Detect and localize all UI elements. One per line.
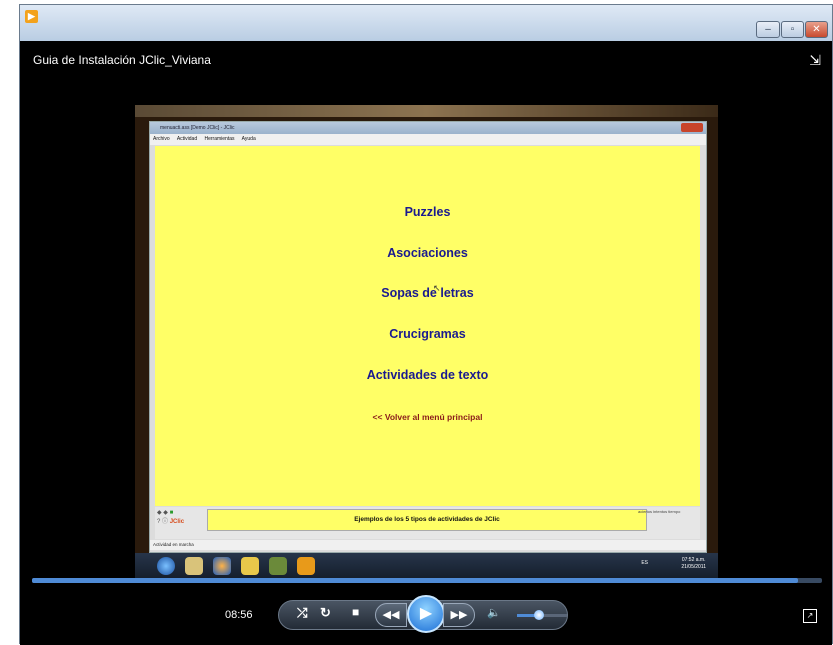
help-icon: ?	[157, 519, 161, 525]
video-title: Guia de Instalación JClic_Viviana	[33, 53, 211, 67]
jclic-close-icon	[681, 123, 703, 132]
switch-to-now-playing-icon[interactable]: ↗	[803, 609, 817, 623]
maximize-button[interactable]: ▫	[781, 21, 804, 38]
menu-archivo: Archivo	[153, 136, 170, 142]
volume-knob[interactable]	[534, 610, 544, 620]
previous-button[interactable]: ◀◀	[375, 603, 407, 627]
counter-intentos: intentos	[653, 509, 668, 514]
asociaciones-link: Asociaciones	[387, 246, 468, 260]
jclic-bottom-status: Actividad en marcha	[150, 540, 706, 550]
counter-aciertos: aciertos	[638, 509, 653, 514]
mouse-pointer-icon: ↖	[433, 283, 441, 293]
elapsed-time: 08:56	[225, 609, 253, 621]
player-controls: 08:56 ⤮ ↻ ■ ◀◀ ▶ ▶▶ 🔈 ↗	[20, 585, 832, 645]
menu-actividad: Actividad	[176, 136, 198, 142]
stop-icon[interactable]: ■	[352, 605, 359, 619]
next-button[interactable]: ▶▶	[443, 603, 475, 627]
taskbar-clock: 07:52 a.m. 21/05/2011	[681, 557, 706, 571]
jclic-logo-icon: JClic	[169, 519, 185, 525]
close-button[interactable]: ✕	[805, 21, 828, 38]
activity-panel: Puzzles Asociaciones Sopas de letras Cru…	[155, 146, 700, 506]
jclic-title: menuacti.ass [Demo JClic] - JClic	[150, 122, 706, 134]
start-orb-icon	[157, 557, 175, 575]
tray-language: ES	[641, 560, 648, 566]
desktop-background	[135, 105, 718, 117]
media-player-window: ▶ – ▫ ✕ Guia de Instalación JClic_Vivian…	[19, 4, 833, 645]
media-player-app-icon: ▶	[25, 10, 38, 23]
menu-herramientas: Herramientas	[204, 136, 235, 142]
shuffle-icon[interactable]: ⤮	[297, 605, 307, 621]
actividades-de-texto-link: Actividades de texto	[366, 368, 489, 382]
seek-bar-progress	[32, 578, 799, 583]
app-icon-tree	[269, 557, 287, 575]
green-square-icon: ■	[169, 510, 174, 516]
volume-icon[interactable]: 🔈	[487, 606, 501, 619]
menu-ayuda: Ayuda	[241, 136, 256, 142]
crucigramas-link: Crucigramas	[389, 327, 466, 341]
repeat-icon[interactable]: ↻	[320, 605, 331, 621]
clock-time: 07:52 a.m.	[681, 557, 706, 563]
minimize-button[interactable]: –	[756, 21, 780, 38]
next-icon: ◆	[163, 510, 168, 516]
jclic-menubar: Archivo Actividad Herramientas Ayuda	[150, 134, 706, 145]
prev-icon: ◆	[157, 510, 162, 516]
info-icon: ⓘ	[162, 519, 169, 525]
jclic-window: menuacti.ass [Demo JClic] - JClic Archiv…	[149, 121, 707, 553]
explorer-icon	[185, 557, 203, 575]
counter-tiempo: tiempo	[668, 509, 681, 514]
switch-to-library-icon[interactable]: ⇲	[809, 52, 821, 69]
jclic-tool-icons: ◆ ◆ ■ ? ⓘ JClic	[157, 509, 203, 535]
title-bar: ▶ – ▫ ✕	[20, 5, 832, 41]
status-message: Ejemplos de los 5 tipos de actividades d…	[207, 509, 647, 531]
puzzles-link: Puzzles	[404, 205, 451, 219]
jclic-statusbar: ◆ ◆ ■ ? ⓘ JClic Ejemplos de los 5 tipos …	[155, 507, 700, 539]
play-button[interactable]: ▶	[407, 595, 445, 633]
folder-icon	[241, 557, 259, 575]
score-counters: aciertos intentos tiempo	[638, 509, 696, 533]
video-frame[interactable]: menuacti.ass [Demo JClic] - JClic Archiv…	[135, 105, 718, 581]
firefox-icon	[213, 557, 231, 575]
sopas-de-letras-link: Sopas de letras	[381, 286, 474, 300]
jclic-taskbar-icon	[297, 557, 315, 575]
clock-date: 21/05/2011	[681, 564, 706, 570]
seek-bar[interactable]	[32, 578, 822, 583]
windows-taskbar: ES 07:52 a.m. 21/05/2011	[135, 553, 718, 581]
back-to-main-menu-link: << Volver al menú principal	[372, 412, 483, 422]
